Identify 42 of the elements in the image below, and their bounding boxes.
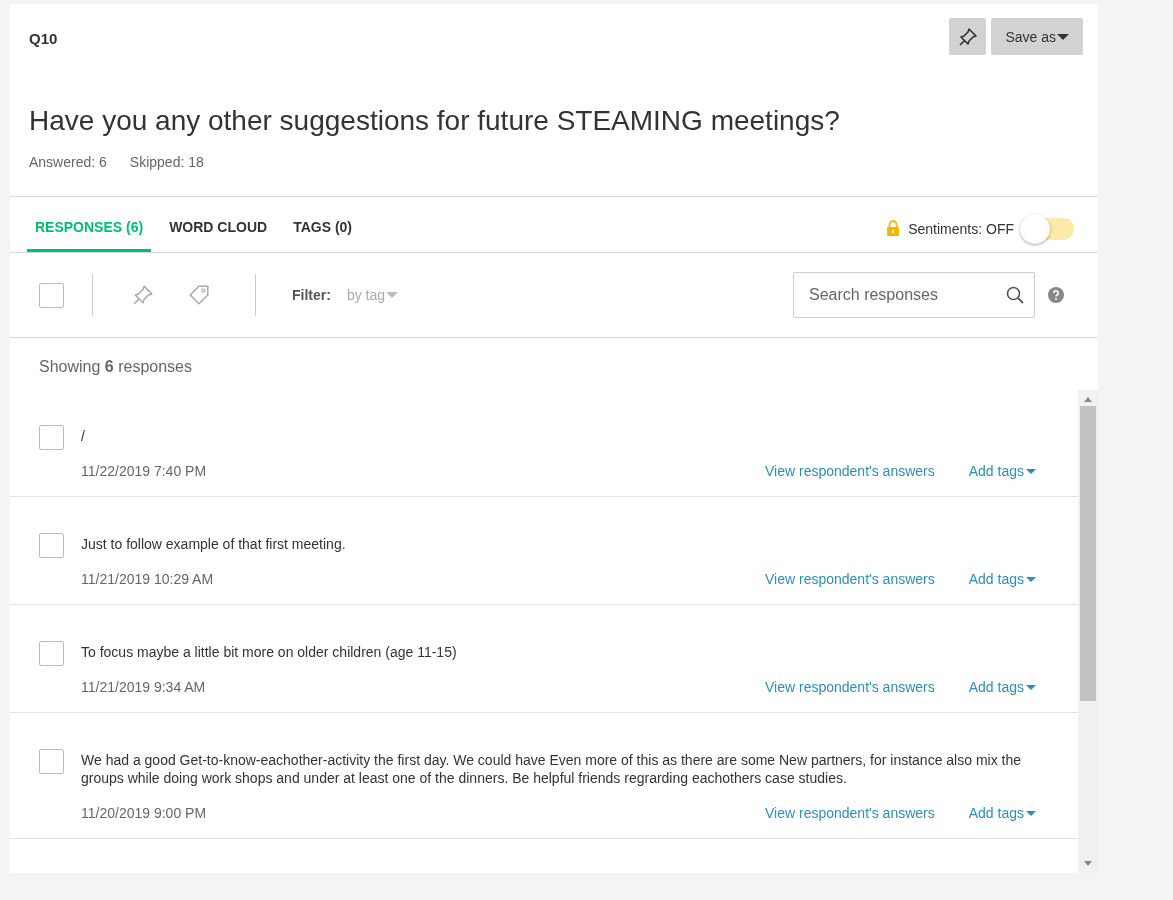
response-text: / — [81, 427, 86, 445]
tab[interactable]: WORD CLOUD — [161, 197, 276, 252]
skipped-count: Skipped: 18 — [129, 154, 204, 170]
add-tags-dropdown[interactable]: Add tags — [968, 805, 1036, 821]
view-answers-link[interactable]: View respondent's answers — [765, 463, 935, 479]
response-text: Just to follow example of that first meeting. — [81, 535, 347, 553]
response-date: 11/21/2019 10:29 AM — [81, 571, 215, 587]
response-checkbox[interactable] — [39, 749, 64, 774]
answered-count: Answered: 6 — [29, 154, 107, 170]
response-date: 11/20/2019 9:00 PM — [81, 805, 208, 821]
question-number: Q10 — [29, 30, 58, 47]
sentiments-label: Sentiments: OFF — [908, 220, 1014, 237]
search-icon[interactable] — [1006, 286, 1024, 304]
view-answers-link[interactable]: View respondent's answers — [765, 571, 935, 587]
pin-icon[interactable] — [132, 284, 154, 306]
add-tags-dropdown[interactable]: Add tags — [968, 463, 1036, 479]
question-title: Have you any other suggestions for future STEAMING meetings? — [29, 105, 841, 137]
help-icon[interactable] — [1048, 287, 1064, 303]
pin-button[interactable] — [949, 18, 987, 55]
response-date: 11/22/2019 7:40 PM — [81, 463, 208, 479]
pin-icon — [957, 26, 978, 47]
view-answers-link[interactable]: View respondent's answers — [765, 805, 935, 821]
tab[interactable]: TAGS (0) — [285, 197, 360, 252]
search-field[interactable]: Search responses — [793, 272, 1035, 318]
response-text: To focus maybe a little bit more on older children (age 11-15) — [81, 643, 458, 661]
tab[interactable]: RESPONSES (6) — [27, 197, 152, 252]
filter-dropdown[interactable]: by tag — [340, 286, 405, 304]
scrollbar[interactable] — [1078, 390, 1098, 873]
save-as-button[interactable]: Save as — [991, 18, 1083, 55]
response-checkbox[interactable] — [39, 425, 64, 450]
add-tags-dropdown[interactable]: Add tags — [968, 571, 1036, 587]
showing-count: Showing 6 responses — [38, 357, 193, 377]
view-answers-link[interactable]: View respondent's answers — [765, 679, 935, 695]
response-text: We had a good Get-to-know-eachother-activity the first day. We could have Even more of this as there are some New partners, for instance also mix the groups while doing work shops and under at least one of the dinners. Be helpful friends regrarding eachothers case studies. — [81, 751, 1022, 787]
select-all-checkbox[interactable] — [39, 282, 64, 308]
filter-label: Filter: — [292, 287, 331, 303]
response-date: 11/21/2019 9:34 AM — [81, 679, 207, 695]
tag-icon[interactable] — [188, 284, 210, 306]
response-checkbox[interactable] — [39, 533, 64, 558]
add-tags-dropdown[interactable]: Add tags — [968, 679, 1036, 695]
response-checkbox[interactable] — [39, 641, 64, 666]
lock-icon — [886, 220, 901, 237]
